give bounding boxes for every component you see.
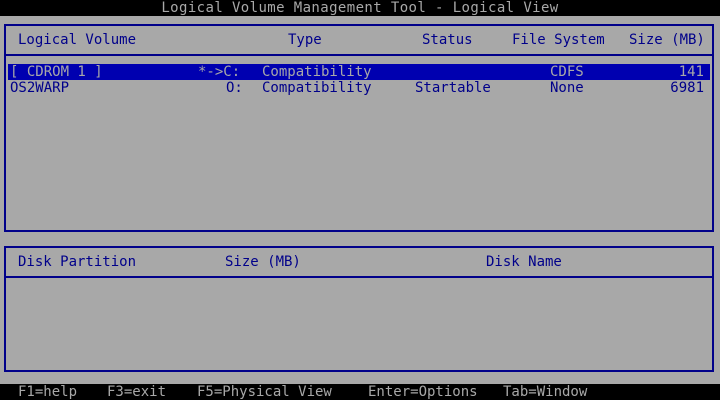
volume-file-system: None [550,80,584,96]
volume-column-headers: Logical Volume Type Status File System S… [6,26,712,56]
column-header-type: Type [288,32,322,48]
logical-volume-panel[interactable]: Logical Volume Type Status File System S… [4,24,714,232]
column-header-size: Size (MB) [629,32,705,48]
function-key-bar: F1=help F3=exit F5=Physical View Enter=O… [0,384,720,400]
column-header-status: Status [422,32,473,48]
volume-type: Compatibility [262,64,372,80]
physical-view-key[interactable]: F5=Physical View [197,384,332,400]
volume-type: Compatibility [262,80,372,96]
volume-size: 6981 [670,80,704,96]
column-header-partition-size: Size (MB) [225,254,301,270]
window-key[interactable]: Tab=Window [503,384,587,400]
volume-drive-letter: *->C: [198,64,241,80]
partition-column-headers: Disk Partition Size (MB) Disk Name [6,248,712,278]
help-key[interactable]: F1=help [18,384,77,400]
volume-name: [ CDROM 1 ] [10,64,103,80]
volume-name: OS2WARP [10,80,70,96]
volume-drive-letter: O: [226,80,243,96]
column-header-file-system: File System [512,32,605,48]
exit-key[interactable]: F3=exit [107,384,166,400]
volume-file-system: CDFS [550,64,584,80]
volume-size: 141 [678,64,704,80]
disk-partition-panel[interactable]: Disk Partition Size (MB) Disk Name [4,246,714,372]
volume-row-os2warp[interactable]: OS2WARP O: Compatibility Startable None … [8,80,710,96]
column-header-logical-volume: Logical Volume [18,32,137,48]
options-key[interactable]: Enter=Options [368,384,478,400]
volume-row-cdrom[interactable]: [ CDROM 1 ] *->C: Compatibility CDFS 141 [8,64,710,80]
column-header-disk-name: Disk Name [486,254,562,270]
column-header-disk-partition: Disk Partition [18,254,137,270]
window-title: Logical Volume Management Tool - Logical… [0,0,720,16]
volume-status: Startable [415,80,491,96]
